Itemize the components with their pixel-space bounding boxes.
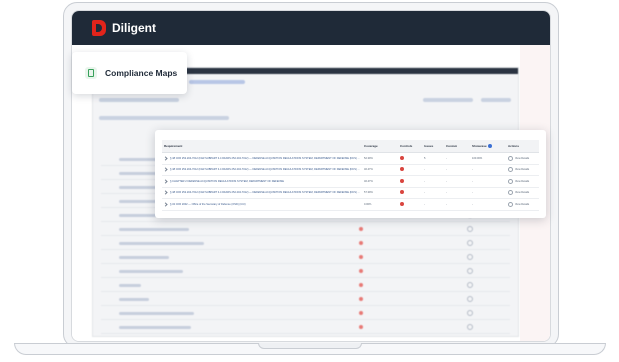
background-row (101, 308, 510, 320)
column-custom[interactable]: Custom (444, 140, 470, 153)
custom-cell: - (444, 175, 470, 188)
showcase-cell: - (470, 198, 506, 211)
app-header: Diligent (72, 11, 550, 45)
coverage-cell: 0.00% (362, 198, 398, 211)
clipboard-check-icon (85, 67, 97, 79)
coverage-cell: 46.47% (362, 164, 398, 176)
background-action (423, 98, 473, 102)
info-icon[interactable] (487, 144, 492, 149)
table-row[interactable]: § 48 CFR 252.204-7012 (FAR SUBPART 4.4 D… (162, 187, 539, 199)
background-row (101, 252, 510, 264)
column-showcase[interactable]: Showcase (470, 140, 506, 153)
requirement-cell[interactable]: § CHAPTER 2 DEFENSE ACQUISITION REGULATI… (162, 175, 362, 188)
issues-cell: - (422, 164, 444, 176)
issues-cell: 5 (422, 152, 444, 165)
showcase-cell: 100.00% (470, 152, 506, 165)
status-dot-icon (400, 201, 404, 206)
eye-icon (508, 178, 513, 184)
background-tab (189, 80, 245, 84)
view-details-button[interactable]: View Details (506, 164, 539, 176)
view-details-button[interactable]: View Details (506, 187, 539, 199)
showcase-cell: - (470, 175, 506, 188)
brand[interactable]: Diligent (92, 20, 156, 36)
custom-cell: - (444, 152, 470, 165)
issues-cell: - (422, 187, 444, 199)
controls-cell (398, 198, 422, 211)
compliance-maps-title: Compliance Maps (105, 68, 178, 78)
chevron-right-icon[interactable] (163, 190, 168, 195)
background-row (101, 266, 510, 278)
view-details-button[interactable]: View Details (506, 198, 539, 211)
requirement-cell[interactable]: § 32 CFR 2002 — Office of the Secretary … (162, 198, 362, 211)
controls-cell (398, 164, 422, 176)
showcase-cell: - (470, 187, 506, 199)
eye-icon (508, 167, 513, 173)
chevron-right-icon[interactable] (163, 202, 168, 207)
background-filter (99, 98, 179, 102)
coverage-cell: 57.39% (362, 187, 398, 199)
compliance-maps-card[interactable]: Compliance Maps (72, 52, 187, 94)
requirements-table: Requirement Coverage Controls Issues Cus… (162, 140, 539, 211)
status-dot-icon (400, 178, 404, 183)
view-details-button[interactable]: View Details (506, 175, 539, 188)
coverage-cell: 52.39% (362, 152, 398, 165)
issues-cell: - (422, 198, 444, 211)
requirements-card: Requirement Coverage Controls Issues Cus… (155, 130, 546, 218)
table-row[interactable]: § 48 CFR 252.204-7012 (FAR SUBPART 4.4 D… (162, 152, 539, 165)
column-coverage[interactable]: Coverage (362, 140, 398, 153)
diligent-logo-icon (92, 20, 106, 36)
column-controls[interactable]: Controls (398, 140, 422, 153)
background-action (481, 98, 511, 102)
chevron-right-icon[interactable] (163, 167, 168, 172)
chevron-right-icon[interactable] (163, 156, 168, 161)
background-row (101, 322, 510, 334)
table-row[interactable]: § CHAPTER 2 DEFENSE ACQUISITION REGULATI… (162, 175, 539, 188)
chevron-right-icon[interactable] (163, 179, 168, 184)
custom-cell: - (444, 164, 470, 176)
eye-icon (508, 155, 513, 161)
brand-name: Diligent (112, 21, 156, 35)
laptop-notch (258, 343, 362, 349)
controls-cell (398, 187, 422, 199)
column-actions: Actions (506, 140, 539, 153)
eye-icon (508, 190, 513, 196)
status-dot-icon (400, 167, 404, 172)
table-row[interactable]: § 48 CFR 252.204-7012 (FAR SUBPART 4.4 D… (162, 164, 539, 176)
custom-cell: - (444, 187, 470, 199)
status-dot-icon (400, 155, 404, 160)
requirement-cell[interactable]: § 48 CFR 252.204-7012 (FAR SUBPART 4.4 D… (162, 164, 362, 176)
status-dot-icon (400, 190, 404, 195)
background-row (101, 238, 510, 250)
eye-icon (508, 201, 513, 207)
requirement-cell[interactable]: § 48 CFR 252.204-7012 (FAR SUBPART 4.4 D… (162, 187, 362, 199)
background-row (101, 294, 510, 306)
custom-cell: - (444, 198, 470, 211)
controls-cell (398, 152, 422, 165)
coverage-cell: 46.47% (362, 175, 398, 188)
background-row (101, 224, 510, 236)
table-header-row: Requirement Coverage Controls Issues Cus… (162, 140, 539, 153)
background-row (101, 280, 510, 292)
issues-cell: - (422, 175, 444, 188)
background-subtabs (99, 116, 229, 120)
showcase-cell: - (470, 164, 506, 176)
view-details-button[interactable]: View Details (506, 152, 539, 165)
column-issues[interactable]: Issues (422, 140, 444, 153)
column-requirement[interactable]: Requirement (162, 140, 362, 153)
table-row[interactable]: § 32 CFR 2002 — Office of the Secretary … (162, 198, 539, 211)
controls-cell (398, 175, 422, 188)
requirement-cell[interactable]: § 48 CFR 252.204-7012 (FAR SUBPART 4.4 D… (162, 152, 362, 165)
